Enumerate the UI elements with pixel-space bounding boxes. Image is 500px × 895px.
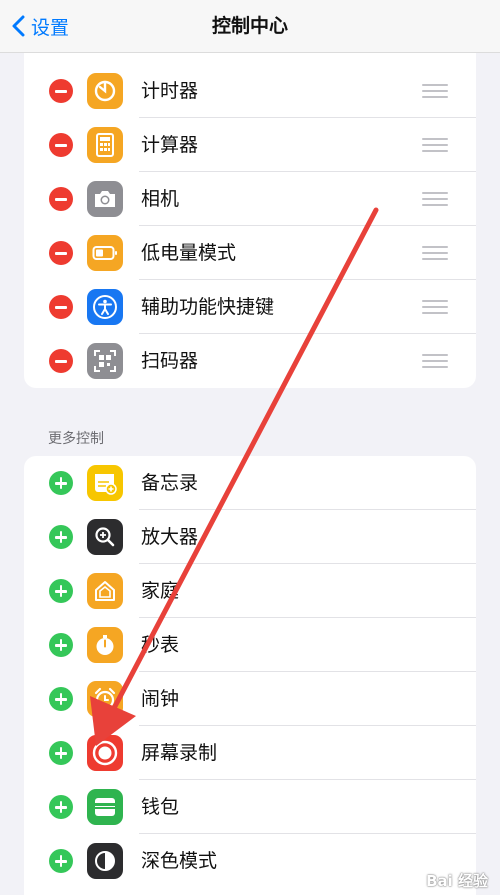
item-label: 屏幕录制 (141, 742, 218, 764)
reorder-handle[interactable] (422, 83, 448, 99)
add-button[interactable] (49, 633, 73, 657)
section-header-more-controls: 更多控制 (48, 431, 104, 447)
list-item[interactable]: 屏幕录制 (24, 726, 476, 780)
list-item[interactable]: 钱包 (24, 780, 476, 834)
add-button[interactable] (49, 687, 73, 711)
list-item[interactable]: 放大器 (24, 510, 476, 564)
list-item[interactable]: 秒表 (24, 618, 476, 672)
reorder-handle[interactable] (422, 137, 448, 153)
add-button[interactable] (49, 579, 73, 603)
add-button[interactable] (49, 525, 73, 549)
item-label: 秒表 (141, 634, 180, 656)
remove-button[interactable] (49, 241, 73, 265)
battery-icon (87, 235, 123, 271)
reorder-handle[interactable] (422, 191, 448, 207)
remove-button[interactable] (49, 79, 73, 103)
item-label: 辅助功能快捷键 (141, 296, 275, 318)
accessibility-icon (87, 289, 123, 325)
item-label: 备忘录 (141, 472, 199, 494)
list-item: 计时器 (24, 64, 476, 118)
list-item: 扫码器 (24, 334, 476, 388)
list-item[interactable]: 深色模式 (24, 834, 476, 888)
item-label: 闹钟 (141, 688, 180, 710)
stopwatch-icon (87, 627, 123, 663)
magnifier-icon (87, 519, 123, 555)
page-title: 控制中心 (211, 15, 288, 37)
list-item: 计算器 (24, 118, 476, 172)
item-label: 相机 (141, 188, 180, 210)
notes-icon (87, 465, 123, 501)
navigation-bar: 设置 控制中心 (0, 0, 500, 53)
item-label: 放大器 (141, 526, 199, 548)
remove-button[interactable] (49, 349, 73, 373)
reorder-handle[interactable] (422, 353, 448, 369)
list-item: 辅助功能快捷键 (24, 280, 476, 334)
add-button[interactable] (49, 741, 73, 765)
calculator-icon (87, 127, 123, 163)
camera-icon (87, 181, 123, 217)
remove-button[interactable] (49, 295, 73, 319)
reorder-handle[interactable] (422, 245, 448, 261)
list-item: 相机 (24, 172, 476, 226)
add-button[interactable] (49, 849, 73, 873)
item-label: 低电量模式 (141, 242, 237, 264)
alarm-icon (87, 681, 123, 717)
add-button[interactable] (49, 471, 73, 495)
wallet-icon (87, 789, 123, 825)
remove-button[interactable] (49, 133, 73, 157)
item-label: 深色模式 (141, 850, 218, 872)
list-item[interactable]: 备忘录 (24, 456, 476, 510)
included-controls-list: 计时器 计算器 相机 低电量模式 辅助功能快捷键 扫码器 (24, 52, 476, 388)
list-item[interactable]: 家庭 (24, 564, 476, 618)
timer-icon (87, 73, 123, 109)
list-item[interactable]: 闹钟 (24, 672, 476, 726)
item-label: 钱包 (141, 796, 180, 818)
item-label: 计算器 (141, 134, 199, 156)
remove-button[interactable] (49, 187, 73, 211)
qr-code-icon (87, 343, 123, 379)
dark-mode-icon (87, 843, 123, 879)
add-button[interactable] (49, 795, 73, 819)
item-label: 扫码器 (141, 350, 199, 372)
watermark: Bai 经验 (426, 872, 488, 890)
home-icon (87, 573, 123, 609)
screen-record-icon (87, 735, 123, 771)
more-controls-list: 备忘录 放大器 家庭 秒表 闹钟 屏幕录制 钱包 深色模式 (24, 456, 476, 895)
item-label: 家庭 (141, 580, 180, 602)
item-label: 计时器 (141, 80, 199, 102)
list-item: 低电量模式 (24, 226, 476, 280)
reorder-handle[interactable] (422, 299, 448, 315)
